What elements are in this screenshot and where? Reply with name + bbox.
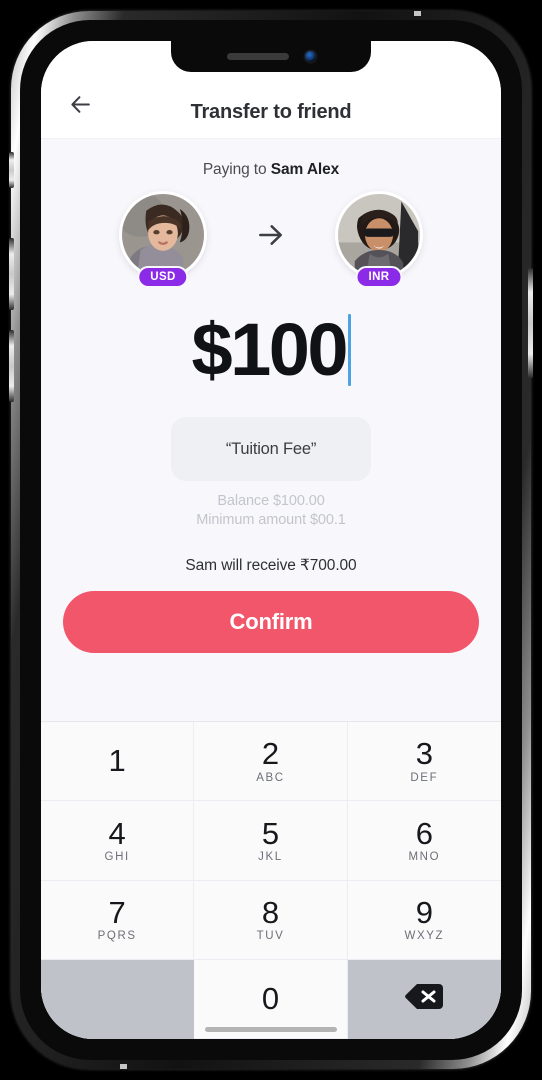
key-letters: MNO [408,851,441,864]
transfer-content: Paying to Sam Alex USD INR $100 “Tuition… [41,139,501,653]
numeric-keypad[interactable]: 1 2 ABC 3 DEF 4 GHI 5 JKL 6 MNO 7 PQRS 8 TUV 9 WXYZ 0 [41,721,501,1039]
screenshot-stage: Transfer to friend Paying to Sam Alex US… [0,0,542,1080]
avatar-image-sender [122,194,204,276]
notch [171,41,371,72]
key-digit: 4 [108,815,126,851]
arrow-left-icon [68,92,93,122]
arrow-right-icon [255,219,287,256]
antenna-line-bottom [120,1064,127,1069]
sender-avatar-wrap[interactable]: USD [119,191,207,288]
avatar-image-recipient [338,194,420,276]
front-camera-icon [304,51,316,62]
key-letters: JKL [258,851,283,864]
transfer-direction [251,219,291,256]
recipient-receives-label: Sam will receive ₹700.00 [185,557,357,574]
note-input[interactable]: “Tuition Fee” [171,417,371,481]
key-4[interactable]: 4 GHI [41,801,195,881]
confirm-button[interactable]: Confirm [63,591,479,653]
key-digit: 7 [108,894,126,930]
recipient-currency-badge[interactable]: INR [355,266,403,288]
recipient-avatar-wrap[interactable]: INR [335,191,423,288]
earpiece-speaker-icon [226,53,289,60]
key-letters: GHI [104,851,130,864]
key-digit: 8 [261,894,280,930]
key-digit: 3 [415,736,433,772]
page-title: Transfer to friend [190,101,352,123]
avatar-row: USD INR [63,191,479,291]
key-3[interactable]: 3 DEF [347,722,501,802]
key-digit: 0 [261,980,280,1016]
balance-label: Balance $100.00 [217,493,325,509]
key-digit: 9 [415,894,433,930]
text-caret [348,314,351,386]
key-1[interactable]: 1 [41,722,195,802]
key-letters: WXYZ [404,930,445,943]
key-8[interactable]: 8 TUV [194,880,348,960]
backspace-icon [404,982,444,1016]
home-indicator[interactable] [205,1027,337,1032]
sender-currency-badge[interactable]: USD [137,266,189,288]
key-2[interactable]: 2 ABC [194,722,348,802]
silent-switch[interactable] [9,152,14,188]
antenna-line-top [414,11,421,16]
volume-up-button[interactable] [9,238,14,310]
key-digit: 5 [261,815,280,851]
key-digit: 1 [108,742,126,778]
key-digit: 2 [261,736,280,772]
paying-to-label: Paying to Sam Alex [63,139,479,191]
key-5[interactable]: 5 JKL [194,801,348,881]
key-backspace[interactable] [347,959,501,1039]
paying-to-prefix: Paying to [202,161,271,178]
key-digit: 6 [415,815,433,851]
key-letters: PQRS [97,930,137,943]
key-letters: TUV [256,930,285,943]
key-letters: ABC [256,771,285,784]
key-7[interactable]: 7 PQRS [41,880,195,960]
key-letters: DEF [410,771,439,784]
back-button[interactable] [63,90,97,124]
minimum-amount-label: Minimum amount $00.1 [196,512,346,528]
recipient-name: Sam Alex [270,161,340,178]
power-button[interactable] [528,268,533,378]
amount-input-row[interactable]: $100 [63,291,479,395]
key-9[interactable]: 9 WXYZ [347,880,501,960]
amount-value[interactable]: $100 [191,313,348,387]
volume-down-button[interactable] [9,330,14,402]
phone-screen: Transfer to friend Paying to Sam Alex US… [41,41,501,1039]
key-blank [41,959,195,1039]
key-6[interactable]: 6 MNO [347,801,501,881]
